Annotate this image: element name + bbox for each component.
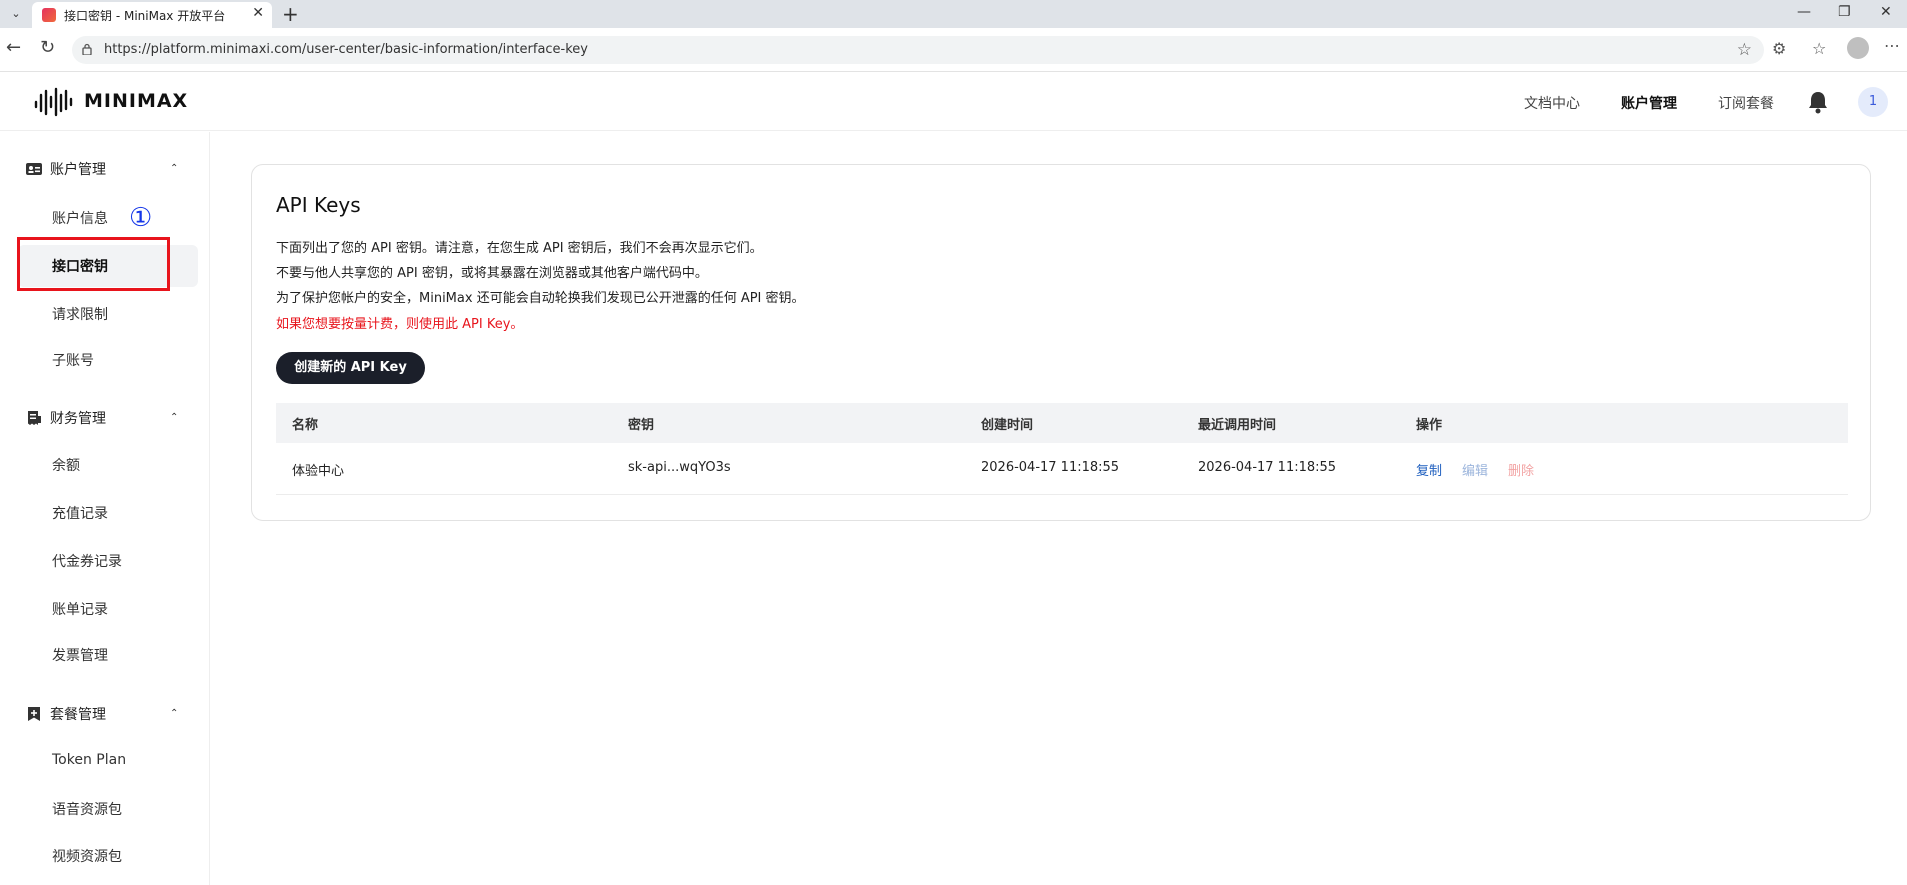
table-header: 名称 密钥 创建时间 最近调用时间 操作 [276,403,1848,443]
column-header-last-used: 最近调用时间 [1198,418,1277,433]
id-card-icon [26,163,42,175]
sidebar-item-recharge-records[interactable]: 充值记录 [52,503,108,523]
address-bar-row: ← ↻ https://platform.minimaxi.com/user-c… [0,28,1907,72]
create-api-key-button[interactable]: 创建新的 API Key [276,352,425,384]
new-tab-icon[interactable]: + [282,2,299,26]
sidebar-item-rate-limits[interactable]: 请求限制 [52,304,108,324]
url-text: https://platform.minimaxi.com/user-cente… [104,42,589,57]
sidebar-item-voucher-records[interactable]: 代金券记录 [52,551,122,571]
avatar[interactable]: 1 [1858,87,1888,117]
billing-warning: 如果您想要按量计费，则使用此 API Key。 [276,317,524,332]
nav-subscription[interactable]: 订阅套餐 [1718,93,1774,113]
nav-docs[interactable]: 文档中心 [1524,93,1580,113]
minimax-logo-icon [34,87,73,117]
sidebar-group-finance[interactable]: 财务管理 [26,408,106,428]
browser-profile-icon[interactable] [1847,37,1869,59]
last-used-time: 2026-04-17 11:18:55 [1198,460,1337,475]
description-line-3: 为了保护您帐户的安全，MiniMax 还可能会自动轮换我们发现已公开泄露的任何 … [276,291,805,306]
minimize-icon[interactable]: — [1797,4,1811,20]
nav-account[interactable]: 账户管理 [1621,93,1677,113]
lock-icon [82,43,92,55]
column-header-created: 创建时间 [981,418,1034,433]
table-row: 体验中心 sk-api...wqYO3s 2026-04-17 11:18:55… [276,443,1848,495]
sidebar-group-plans[interactable]: 套餐管理 [26,704,106,724]
annotation-box-1 [17,237,170,291]
sidebar-group-label: 账户管理 [50,162,106,178]
column-header-key: 密钥 [628,418,655,433]
edit-button[interactable]: 编辑 [1462,460,1488,479]
api-keys-card: API Keys 下面列出了您的 API 密钥。请注意，在您生成 API 密钥后… [251,164,1871,521]
copy-button[interactable]: 复制 [1416,460,1442,479]
annotation-number-1: ① [129,203,153,233]
browser-tab[interactable]: 接口密钥 - MiniMax 开放平台 ✕ [32,2,272,28]
bookmark-plus-icon [28,707,40,721]
key-value: sk-api...wqYO3s [628,460,731,475]
logo-text: MINIMAX [84,90,189,112]
app-header: MINIMAX 文档中心 账户管理 订阅套餐 1 [0,73,1907,131]
page-title: API Keys [276,193,361,217]
favicon-icon [42,8,56,22]
sidebar-item-bill-records[interactable]: 账单记录 [52,599,108,619]
sidebar-group-account[interactable]: 账户管理 [26,159,106,179]
key-name: 体验中心 [292,464,345,479]
column-header-name: 名称 [292,418,319,433]
restore-icon[interactable]: ❐ [1838,4,1851,20]
chevron-up-icon[interactable]: ⌃ [170,163,178,174]
tab-close-icon[interactable]: ✕ [252,5,264,21]
chevron-up-icon[interactable]: ⌃ [170,708,178,719]
bell-icon[interactable] [1807,90,1829,114]
description-line-2: 不要与他人共享您的 API 密钥，或将其暴露在浏览器或其他客户端代码中。 [276,266,708,281]
browser-tab-bar: ⌄ 接口密钥 - MiniMax 开放平台 ✕ + — ❐ ✕ [0,0,1907,28]
window-close-icon[interactable]: ✕ [1880,4,1892,20]
more-menu-icon[interactable]: ⋯ [1884,36,1900,55]
receipt-icon [28,411,41,425]
description-line-1: 下面列出了您的 API 密钥。请注意，在您生成 API 密钥后，我们不会再次显示… [276,241,763,256]
back-arrow-icon[interactable]: ← [6,38,21,58]
created-time: 2026-04-17 11:18:55 [981,460,1120,475]
tab-title: 接口密钥 - MiniMax 开放平台 [64,9,226,23]
sidebar-item-video-pack[interactable]: 视频资源包 [52,846,122,866]
url-input[interactable]: https://platform.minimaxi.com/user-cente… [72,36,1764,64]
tab-list-chevron-icon[interactable]: ⌄ [6,5,26,23]
sidebar-item-token-plan[interactable]: Token Plan [52,752,126,768]
favorites-icon[interactable]: ☆ [1812,39,1826,58]
extensions-icon[interactable]: ⚙ [1772,39,1786,58]
bookmark-star-icon[interactable]: ☆ [1737,40,1752,60]
reload-icon[interactable]: ↻ [40,38,55,58]
sidebar-item-balance[interactable]: 余额 [52,455,80,475]
sidebar-item-account-info[interactable]: 账户信息 [52,208,108,228]
sidebar-item-invoice-management[interactable]: 发票管理 [52,645,108,665]
sidebar-item-voice-pack[interactable]: 语音资源包 [52,799,122,819]
chevron-up-icon[interactable]: ⌃ [170,412,178,423]
column-header-actions: 操作 [1416,418,1443,433]
sidebar-item-sub-accounts[interactable]: 子账号 [52,350,94,370]
sidebar-group-label: 套餐管理 [50,707,106,723]
delete-button[interactable]: 删除 [1508,460,1534,479]
sidebar-group-label: 财务管理 [50,411,106,427]
